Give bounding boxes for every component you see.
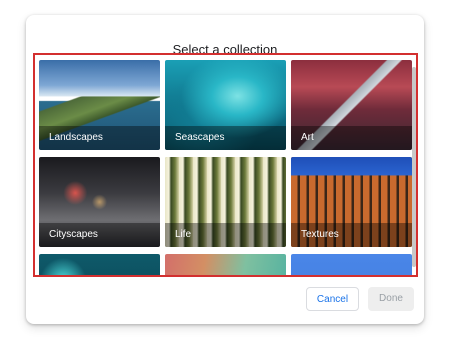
cancel-button[interactable]: Cancel [306,287,359,311]
collection-tile-row3-1[interactable] [39,254,160,275]
collection-tile-row3-3[interactable] [291,254,412,275]
tile-label: Cityscapes [49,229,98,240]
collection-image [291,254,412,275]
collection-tile-seascapes[interactable]: Seascapes [165,60,286,150]
tile-label: Seascapes [175,132,225,143]
collection-tile-art[interactable]: Art [291,60,412,150]
done-button[interactable]: Done [368,287,414,311]
tile-label: Life [175,229,192,240]
tile-label: Landscapes [49,132,103,143]
tile-label: Textures [301,229,339,240]
collection-tile-row3-2[interactable] [165,254,286,275]
collection-tile-textures[interactable]: Textures [291,157,412,247]
collection-tile-landscapes[interactable]: Landscapes [39,60,160,150]
collection-tile-cityscapes[interactable]: Cityscapes [39,157,160,247]
collection-image [165,254,286,275]
tile-label: Art [301,132,314,143]
screen: Select a collection Landscapes Seascapes… [0,0,460,348]
grid-scrollbar[interactable] [412,67,416,267]
collection-image [39,254,160,275]
collection-grid: Landscapes Seascapes Art Cityscapes Life… [33,53,418,277]
collection-tile-life[interactable]: Life [165,157,286,247]
collection-dialog: Select a collection Landscapes Seascapes… [26,15,424,324]
